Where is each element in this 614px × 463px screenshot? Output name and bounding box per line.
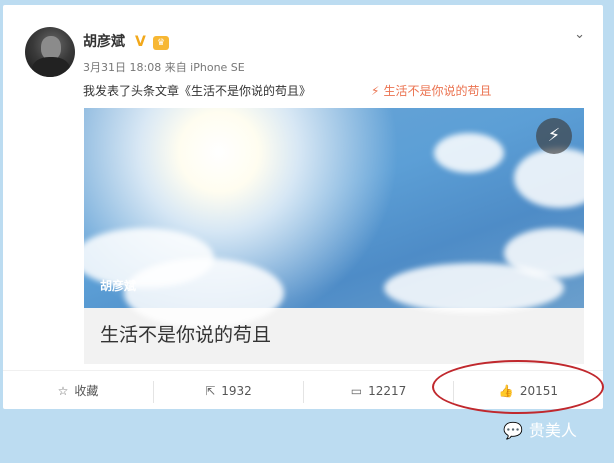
article-cover-image[interactable]: ⚡ 胡彦斌 [84, 108, 584, 328]
cloud [514, 148, 584, 208]
article-title[interactable]: 生活不是你说的苟且 [100, 322, 271, 348]
share-button[interactable]: ⇱ 1932 [154, 371, 303, 411]
article-link-label: 生活不是你说的苟且 [383, 84, 492, 98]
avatar[interactable] [25, 27, 75, 77]
avatar-body [32, 57, 70, 77]
cloud [434, 133, 504, 173]
vip-badge-icon[interactable]: ♛ [153, 36, 169, 50]
wechat-watermark: 💬 贵美人 [503, 420, 577, 442]
share-count: 1932 [221, 384, 252, 398]
article-link[interactable]: ⚡ 生活不是你说的苟且 [371, 83, 491, 99]
star-icon: ☆ [57, 384, 69, 398]
comment-icon: ▭ [350, 384, 363, 398]
comment-count: 12217 [368, 384, 407, 398]
username[interactable]: 胡彦斌 [83, 33, 125, 51]
lightning-icon: ⚡ [371, 84, 380, 98]
favorite-label: 收藏 [74, 384, 99, 398]
favorite-button[interactable]: ☆ 收藏 [3, 371, 153, 411]
chevron-down-icon[interactable]: ⌄ [574, 27, 585, 42]
cover-author-label: 胡彦斌 [100, 279, 137, 293]
weibo-post-card: 胡彦斌 V ♛ 3月31日 18:08 来自 iPhone SE ⌄ 我发表了头… [3, 5, 603, 409]
share-icon: ⇱ [205, 384, 216, 398]
verified-v-icon[interactable]: V [135, 35, 146, 49]
post-text: 我发表了头条文章《生活不是你说的苟且》 [83, 84, 312, 98]
post-meta: 3月31日 18:08 来自 iPhone SE [83, 61, 245, 74]
watermark-label: 贵美人 [528, 421, 577, 440]
article-preview-card[interactable]: ⚡ 胡彦斌 生活不是你说的苟且 [84, 108, 584, 364]
comment-button[interactable]: ▭ 12217 [304, 371, 453, 411]
lightning-icon: ⚡ [536, 118, 572, 154]
wechat-icon: 💬 [503, 421, 523, 440]
cloud [124, 258, 284, 328]
highlight-circle-annotation [432, 360, 604, 414]
